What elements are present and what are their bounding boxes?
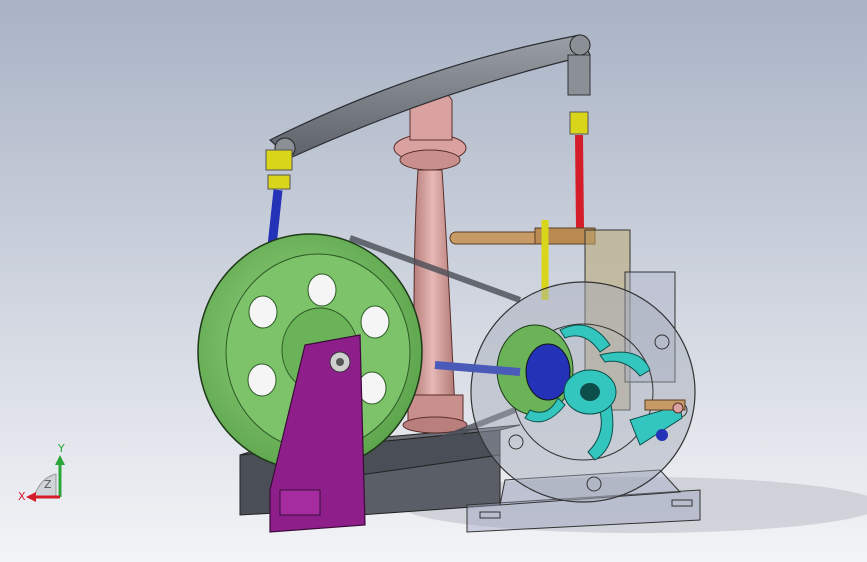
x-axis-label: X	[18, 490, 26, 503]
y-axis-label: Y	[57, 442, 65, 455]
z-axis-label: Z	[44, 478, 52, 491]
cad-viewport[interactable]: Y X Z	[0, 0, 867, 562]
